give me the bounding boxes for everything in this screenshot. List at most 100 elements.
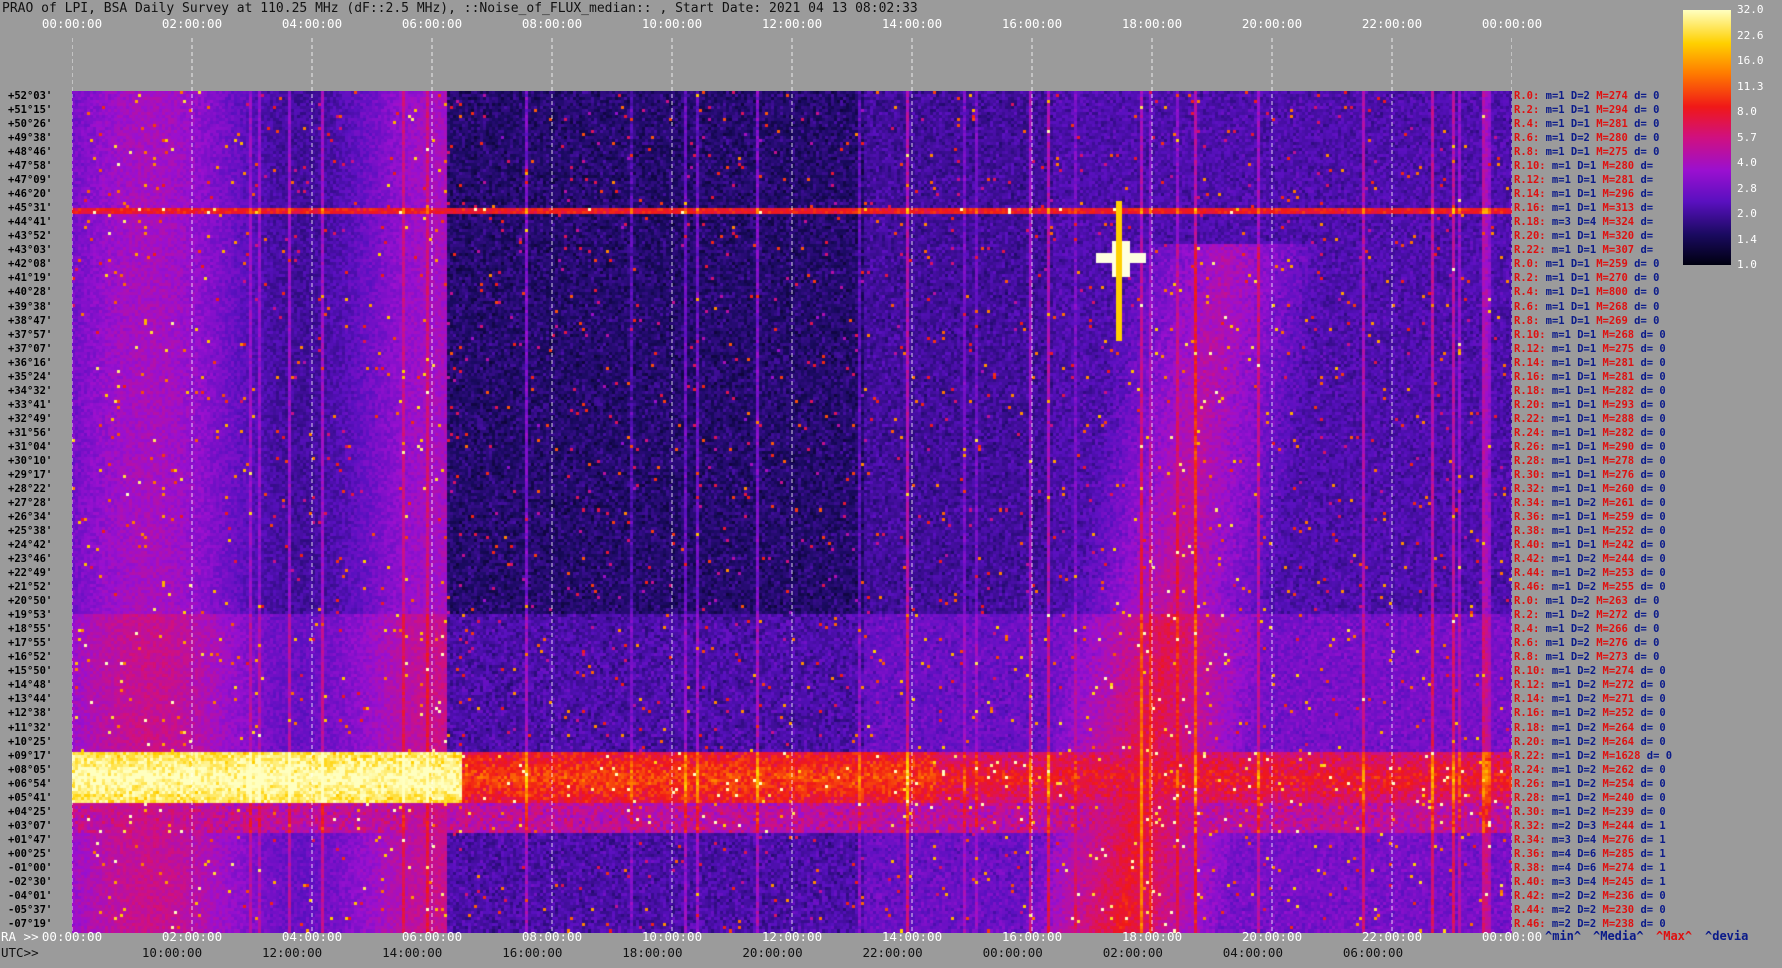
row-stat: R.4: m=1 D=2 M=266 d= 0	[1514, 623, 1660, 636]
row-stat: R.44: m=2 D=2 M=230 d= 0	[1514, 903, 1666, 916]
utc-tick-label: 20:00:00	[742, 945, 803, 960]
utc-tick-label: 12:00:00	[261, 945, 323, 960]
ra-tick-label: 08:00:00	[521, 929, 583, 944]
row-stat: R.20: m=1 D=2 M=264 d= 0	[1514, 735, 1666, 748]
row-stat: R.4: m=1 D=1 M=281 d= 0	[1514, 118, 1660, 131]
colorbar-tick: 1.4	[1737, 232, 1757, 246]
ra-tick-label: 20:00:00	[1241, 929, 1303, 944]
row-stat: R.0: m=1 D=2 M=263 d= 0	[1514, 595, 1660, 608]
declination-label: +03°07'	[8, 819, 53, 832]
declination-label: +42°08'	[8, 258, 53, 271]
declination-label: +14°48'	[8, 679, 53, 692]
row-stat: R.8: m=1 D=1 M=275 d= 0	[1514, 146, 1660, 159]
row-stat: R.24: m=1 D=2 M=262 d= 0	[1514, 763, 1666, 776]
row-stat: R.36: m=4 D=6 M=285 d= 1	[1514, 847, 1666, 860]
row-stat: R.10: m=1 D=1 M=280 d=	[1514, 160, 1654, 173]
ra-tick-label: 18:00:00	[1121, 16, 1183, 31]
utc-tick-label: 00:00:00	[982, 945, 1043, 960]
declination-label: +43°03'	[8, 244, 53, 257]
row-stat: R.0: m=1 D=2 M=274 d= 0	[1514, 90, 1660, 102]
utc-tick-label: 18:00:00	[622, 945, 683, 960]
declination-label: +15°50'	[8, 665, 53, 678]
ra-tick-label: 02:00:00	[161, 16, 223, 31]
utc-tick-label: 14:00:00	[382, 945, 443, 960]
ra-tick-label: 00:00:00	[1481, 929, 1543, 944]
colorbar-tick: 1.0	[1737, 258, 1757, 271]
row-stat: R.6: m=1 D=1 M=268 d= 0	[1514, 300, 1660, 313]
colorbar	[1683, 10, 1731, 265]
declination-label: +39°38'	[8, 300, 53, 313]
row-stat: R.12: m=1 D=1 M=281 d=	[1514, 174, 1654, 187]
row-stat: R.6: m=1 D=2 M=280 d= 0	[1514, 132, 1660, 145]
row-stat: R.14: m=1 D=2 M=271 d= 0	[1514, 693, 1666, 706]
row-stat: R.32: m=1 D=1 M=260 d= 0	[1514, 482, 1666, 495]
utc-tick-label: 04:00:00	[1222, 945, 1283, 960]
utc-axis-label: UTC>>	[1, 945, 39, 960]
colorbar-tick: 5.7	[1737, 130, 1757, 144]
row-stat: R.20: m=1 D=1 M=320 d=	[1514, 230, 1654, 243]
row-stat: R.10: m=1 D=2 M=274 d= 0	[1514, 665, 1666, 678]
ra-tick-label: 12:00:00	[761, 16, 823, 31]
colorbar-tick: 22.6	[1737, 28, 1764, 42]
ra-tick-label: 20:00:00	[1241, 16, 1303, 31]
declination-label: -07°19'	[8, 917, 53, 930]
declination-label: +35°24'	[8, 370, 53, 383]
declination-label: +37°07'	[8, 342, 53, 355]
row-stat: R.12: m=1 D=1 M=275 d= 0	[1514, 342, 1666, 355]
declination-label: +33°41'	[8, 398, 53, 411]
declination-label: +00°25'	[8, 847, 53, 860]
row-stat: R.40: m=3 D=4 M=245 d= 1	[1514, 875, 1666, 888]
declination-label: +09°17'	[8, 749, 53, 762]
row-stat: R.32: m=2 D=3 M=244 d= 1	[1514, 819, 1666, 832]
legend-max: ^Max^	[1656, 929, 1693, 943]
declination-label: +18°55'	[8, 623, 53, 636]
declination-label: +38°47'	[8, 314, 53, 327]
ra-tick-label: 08:00:00	[521, 16, 583, 31]
colorbar-tick: 8.0	[1737, 105, 1757, 118]
declination-label: +51°15'	[8, 104, 53, 117]
row-stat: R.26: m=1 D=1 M=290 d= 0	[1514, 440, 1666, 453]
colorbar-tick: 32.0	[1737, 3, 1764, 16]
declination-label: +22°49'	[8, 567, 53, 580]
ra-tick-label: 00:00:00	[41, 16, 103, 31]
ra-tick-label: 04:00:00	[281, 16, 343, 31]
row-stat: R.40: m=1 D=1 M=242 d= 0	[1514, 539, 1666, 552]
declination-label: +10°25'	[8, 735, 53, 748]
legend-median: ^Media^	[1593, 929, 1644, 943]
declination-label: +05°41'	[8, 791, 53, 804]
declination-label: +37°57'	[8, 328, 53, 341]
declination-label: +12°38'	[8, 707, 53, 720]
ra-tick-label: 10:00:00	[641, 16, 703, 31]
declination-label: +21°52'	[8, 581, 53, 594]
ra-tick-label: 14:00:00	[881, 929, 943, 944]
row-stat: R.44: m=1 D=2 M=253 d= 0	[1514, 567, 1666, 580]
row-stat: R.46: m=2 D=2 M=238 d= 0	[1514, 917, 1666, 930]
row-stat: R.28: m=1 D=2 M=240 d= 0	[1514, 791, 1666, 804]
declination-label: +49°38'	[8, 132, 53, 145]
declination-label: +52°03'	[8, 90, 53, 102]
declination-label: +04°25'	[8, 805, 53, 818]
row-stat: R.2: m=1 D=2 M=272 d= 0	[1514, 609, 1660, 622]
declination-label: +16°52'	[8, 651, 53, 664]
declination-label: +43°52'	[8, 230, 53, 243]
row-stat: R.16: m=1 D=1 M=313 d=	[1514, 202, 1654, 215]
declination-label: +34°32'	[8, 384, 53, 397]
declination-label: +36°16'	[8, 356, 53, 369]
row-stat: R.12: m=1 D=2 M=272 d= 0	[1514, 679, 1666, 692]
row-stat: R.38: m=1 D=1 M=252 d= 0	[1514, 525, 1666, 538]
row-stat: R.30: m=1 D=2 M=239 d= 0	[1514, 805, 1666, 818]
ra-axis-label: RA >>	[1, 929, 39, 944]
row-stat: R.14: m=1 D=1 M=281 d= 0	[1514, 356, 1666, 369]
row-stat: R.42: m=2 D=2 M=236 d= 0	[1514, 889, 1666, 902]
ra-tick-label: 04:00:00	[281, 929, 343, 944]
ra-tick-label: 02:00:00	[161, 929, 223, 944]
declination-label: +25°38'	[8, 525, 53, 538]
row-stat: R.2: m=1 D=1 M=270 d= 0	[1514, 272, 1660, 285]
ra-tick-label: 22:00:00	[1361, 16, 1423, 31]
declination-label: +47°58'	[8, 160, 53, 173]
ra-tick-label: 10:00:00	[641, 929, 703, 944]
row-stat: R.28: m=1 D=1 M=278 d= 0	[1514, 454, 1666, 467]
row-stat: R.22: m=1 D=1 M=307 d=	[1514, 244, 1654, 257]
declination-label: +47°09'	[8, 174, 53, 187]
row-stat: R.8: m=1 D=2 M=273 d= 0	[1514, 651, 1660, 664]
